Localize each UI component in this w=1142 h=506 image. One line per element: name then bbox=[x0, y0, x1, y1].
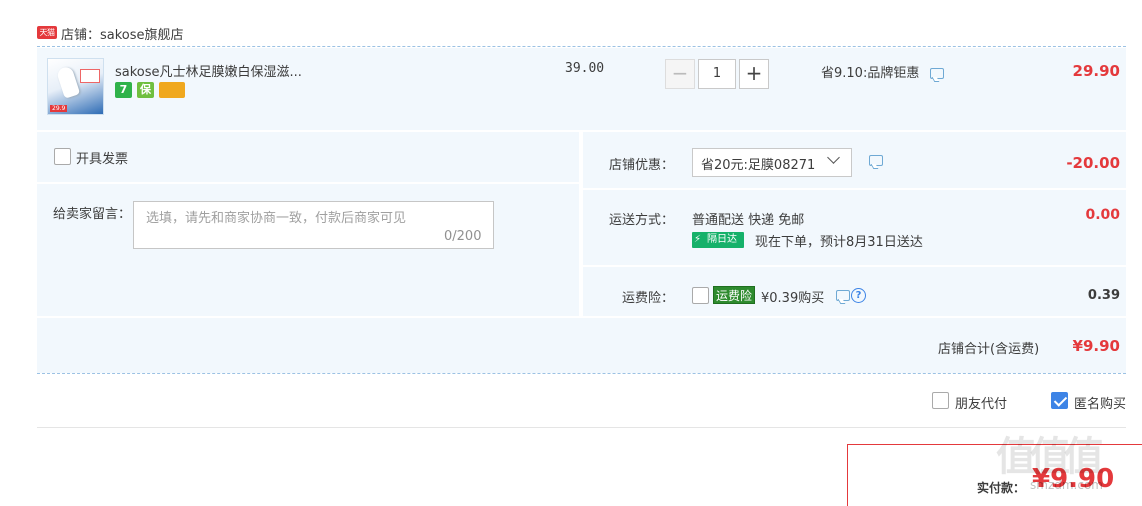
total-divider bbox=[37, 373, 1126, 374]
shipping-amount: 0.00 bbox=[1085, 207, 1120, 223]
insurance-price: ¥0.39购买 bbox=[761, 291, 825, 306]
anonymous-checkbox[interactable] bbox=[1051, 392, 1068, 409]
coupon-label: 店铺优惠： bbox=[609, 158, 675, 173]
thumbnail-label bbox=[80, 69, 100, 83]
comment-icon[interactable] bbox=[930, 68, 944, 79]
item-subtotal: 29.90 bbox=[1072, 62, 1120, 80]
message-label: 给卖家留言： bbox=[53, 207, 132, 222]
friend-pay-label[interactable]: 朋友代付 bbox=[955, 393, 1007, 412]
shipping-eta: 现在下单，预计8月31日送达 bbox=[755, 235, 923, 250]
next-day-badge: 隔日达 bbox=[692, 232, 744, 248]
invoice-label[interactable]: 开具发票 bbox=[76, 148, 128, 167]
quantity-plus-button[interactable]: + bbox=[739, 59, 769, 89]
help-icon[interactable]: ? bbox=[851, 288, 866, 303]
shop-total-label: 店铺合计(含运费) bbox=[938, 342, 1040, 357]
shop-name[interactable]: 店铺：sakose旗舰店 bbox=[61, 24, 184, 43]
watermark-url: smzdm.com bbox=[1030, 478, 1103, 492]
tmall-icon: 天猫 bbox=[37, 26, 57, 39]
product-title-link[interactable]: sakose凡士林足膜嫩白保湿滋... bbox=[115, 61, 302, 80]
unit-price: 39.00 bbox=[565, 61, 605, 76]
shipping-label: 运送方式： bbox=[609, 213, 675, 228]
promo-text: 省9.10:品牌钜惠 bbox=[821, 66, 920, 81]
coupon-selected-value: 省20元:足膜08271 bbox=[701, 158, 816, 173]
shop-divider bbox=[37, 46, 1126, 47]
invoice-checkbox[interactable] bbox=[54, 148, 71, 165]
quantity-minus-button[interactable]: − bbox=[665, 59, 695, 89]
options-divider bbox=[37, 427, 1126, 428]
card-payment-icon[interactable] bbox=[159, 82, 185, 98]
message-char-count: 0/200 bbox=[444, 229, 482, 244]
seven-day-return-icon[interactable]: 7 bbox=[115, 82, 132, 98]
quantity-input[interactable]: 1 bbox=[698, 59, 736, 89]
panel-divider bbox=[583, 188, 1126, 190]
insurance-checkbox[interactable] bbox=[692, 287, 709, 304]
panel-divider bbox=[583, 265, 1126, 267]
guarantee-icon[interactable]: 保 bbox=[137, 82, 154, 98]
comment-icon[interactable] bbox=[869, 155, 883, 166]
friend-pay-checkbox[interactable] bbox=[932, 392, 949, 409]
insurance-badge: 运费险 bbox=[713, 286, 755, 304]
thumbnail-price-tag: 29.9 bbox=[50, 105, 68, 112]
watermark: 值值值 bbox=[996, 434, 1104, 480]
anonymous-label[interactable]: 匿名购买 bbox=[1074, 393, 1126, 412]
shipping-method: 普通配送 快递 免邮 bbox=[692, 213, 805, 228]
shop-total-amount: ¥9.90 bbox=[1072, 337, 1120, 355]
coupon-amount: -20.00 bbox=[1066, 154, 1120, 172]
insurance-label: 运费险： bbox=[622, 291, 675, 306]
panel-divider bbox=[37, 182, 579, 184]
comment-icon[interactable] bbox=[836, 290, 850, 301]
product-thumbnail[interactable]: 29.9 bbox=[47, 58, 104, 115]
message-placeholder: 选填，请先和商家协商一致，付款后商家可见 bbox=[146, 211, 407, 226]
foot-image bbox=[55, 65, 81, 99]
insurance-amount: 0.39 bbox=[1087, 288, 1120, 303]
